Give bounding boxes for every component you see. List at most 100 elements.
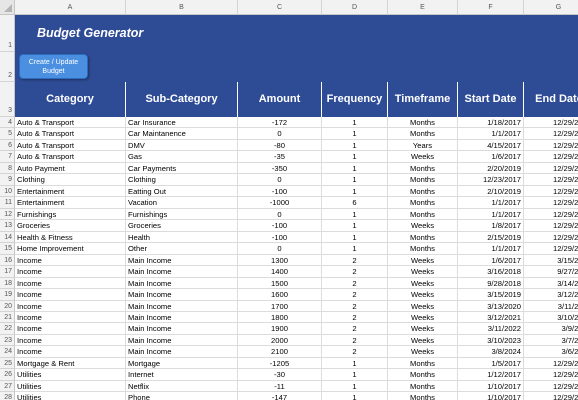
cell-amount[interactable]: -30: [238, 369, 322, 381]
cell-amount[interactable]: -172: [238, 117, 322, 129]
cell-amount[interactable]: -1205: [238, 357, 322, 370]
cell-timeframe[interactable]: Weeks: [388, 151, 458, 163]
cell-frequency[interactable]: 1: [322, 231, 388, 244]
row-header-20[interactable]: 20: [0, 300, 15, 312]
cell-start-date[interactable]: 1/18/2017: [458, 117, 524, 129]
cell-end-date[interactable]: 3/15/2018: [524, 255, 578, 267]
cell-sub-category[interactable]: Main Income: [126, 311, 238, 324]
cell-end-date[interactable]: 12/29/2024: [524, 151, 578, 163]
cell-amount[interactable]: 1700: [238, 300, 322, 312]
cell-category[interactable]: Clothing: [15, 174, 126, 186]
cell-amount[interactable]: -147: [238, 392, 322, 400]
cell-sub-category[interactable]: Phone: [126, 392, 238, 400]
cell-amount[interactable]: -100: [238, 185, 322, 198]
cell-end-date[interactable]: 9/27/2018: [524, 266, 578, 278]
cell-amount[interactable]: 2000: [238, 334, 322, 347]
row-header-21[interactable]: 21: [0, 311, 15, 324]
cell-start-date[interactable]: 3/11/2022: [458, 323, 524, 335]
column-header-d[interactable]: D: [322, 0, 388, 15]
row-header-16[interactable]: 16: [0, 254, 15, 267]
cell-sub-category[interactable]: Main Income: [126, 346, 238, 358]
cell-timeframe[interactable]: Weeks: [388, 254, 458, 267]
row-header-4[interactable]: 4: [0, 117, 15, 129]
cell-frequency[interactable]: 1: [322, 357, 388, 370]
cell-frequency[interactable]: 2: [322, 254, 388, 267]
cell-end-date[interactable]: 12/29/2024: [524, 392, 578, 400]
cell-category[interactable]: Utilities: [15, 380, 126, 393]
cell-sub-category[interactable]: Car Insurance: [126, 117, 238, 129]
cell-start-date[interactable]: 12/23/2017: [458, 174, 524, 186]
cell-timeframe[interactable]: Weeks: [388, 266, 458, 278]
cell-frequency[interactable]: 2: [322, 334, 388, 347]
cell-end-date[interactable]: 12/29/2024: [524, 197, 578, 209]
cell-timeframe[interactable]: Weeks: [388, 300, 458, 312]
cell-end-date[interactable]: 12/29/2024: [524, 140, 578, 152]
cell-start-date[interactable]: 1/8/2017: [458, 220, 524, 232]
cell-frequency[interactable]: 1: [322, 139, 388, 152]
cell-timeframe[interactable]: Months: [388, 128, 458, 140]
cell-timeframe[interactable]: Months: [388, 380, 458, 393]
row-header-22[interactable]: 22: [0, 323, 15, 335]
row-header-14[interactable]: 14: [0, 231, 15, 244]
cell-sub-category[interactable]: Eatting Out: [126, 185, 238, 198]
cell-timeframe[interactable]: Months: [388, 174, 458, 186]
cell-sub-category[interactable]: Main Income: [126, 300, 238, 312]
cell-amount[interactable]: -35: [238, 151, 322, 163]
cell-timeframe[interactable]: Months: [388, 369, 458, 381]
cell-category[interactable]: Auto & Transport: [15, 128, 126, 140]
row-header-11[interactable]: 11: [0, 197, 15, 209]
column-header-e[interactable]: E: [388, 0, 458, 15]
cell-end-date[interactable]: 12/29/2024: [524, 369, 578, 381]
cell-frequency[interactable]: 2: [322, 323, 388, 335]
row-header-7[interactable]: 7: [0, 151, 15, 163]
cell-amount[interactable]: 0: [238, 208, 322, 221]
cell-category[interactable]: Income: [15, 311, 126, 324]
row-header-1[interactable]: 1: [0, 15, 15, 52]
cell-frequency[interactable]: 1: [322, 185, 388, 198]
cell-amount[interactable]: 0: [238, 128, 322, 140]
cell-sub-category[interactable]: Main Income: [126, 334, 238, 347]
cell-frequency[interactable]: 2: [322, 266, 388, 278]
cell-category[interactable]: Income: [15, 266, 126, 278]
cell-end-date[interactable]: 3/10/2022: [524, 312, 578, 324]
cell-timeframe[interactable]: Weeks: [388, 289, 458, 301]
cell-sub-category[interactable]: Mortgage: [126, 357, 238, 370]
cell-sub-category[interactable]: Car Payments: [126, 162, 238, 175]
cell-frequency[interactable]: 2: [322, 311, 388, 324]
row-header-24[interactable]: 24: [0, 346, 15, 358]
column-header-g[interactable]: G: [524, 0, 578, 15]
cell-start-date[interactable]: 3/8/2024: [458, 346, 524, 358]
cell-end-date[interactable]: 12/29/2024: [524, 220, 578, 232]
cell-end-date[interactable]: 12/29/2024: [524, 209, 578, 221]
cell-frequency[interactable]: 2: [322, 289, 388, 301]
cell-frequency[interactable]: 1: [322, 369, 388, 381]
cell-category[interactable]: Auto & Transport: [15, 139, 126, 152]
cell-start-date[interactable]: 1/6/2017: [458, 151, 524, 163]
cell-sub-category[interactable]: Car Maintanence: [126, 128, 238, 140]
cell-timeframe[interactable]: Weeks: [388, 277, 458, 290]
cell-frequency[interactable]: 1: [322, 117, 388, 129]
cell-amount[interactable]: -11: [238, 380, 322, 393]
cell-end-date[interactable]: 3/12/2020: [524, 289, 578, 301]
cell-start-date[interactable]: 3/16/2018: [458, 266, 524, 278]
cell-amount[interactable]: 1800: [238, 311, 322, 324]
cell-sub-category[interactable]: Groceries: [126, 220, 238, 232]
cell-timeframe[interactable]: Weeks: [388, 220, 458, 232]
cell-start-date[interactable]: 3/15/2019: [458, 289, 524, 301]
cell-start-date[interactable]: 1/12/2017: [458, 369, 524, 381]
row-header-15[interactable]: 15: [0, 243, 15, 255]
cell-category[interactable]: Home Improvement: [15, 243, 126, 255]
cell-timeframe[interactable]: Months: [388, 197, 458, 209]
cell-end-date[interactable]: 12/29/2024: [524, 243, 578, 255]
cell-end-date[interactable]: 12/29/2024: [524, 128, 578, 140]
cell-start-date[interactable]: 1/1/2017: [458, 208, 524, 221]
cell-category[interactable]: Utilities: [15, 392, 126, 400]
cell-category[interactable]: Income: [15, 289, 126, 301]
cell-end-date[interactable]: 3/14/2019: [524, 278, 578, 290]
row-header-6[interactable]: 6: [0, 139, 15, 152]
cell-amount[interactable]: 0: [238, 243, 322, 255]
cell-timeframe[interactable]: Months: [388, 185, 458, 198]
cell-sub-category[interactable]: Main Income: [126, 289, 238, 301]
cell-end-date[interactable]: 12/29/2024: [524, 358, 578, 370]
cell-category[interactable]: Entertainment: [15, 197, 126, 209]
